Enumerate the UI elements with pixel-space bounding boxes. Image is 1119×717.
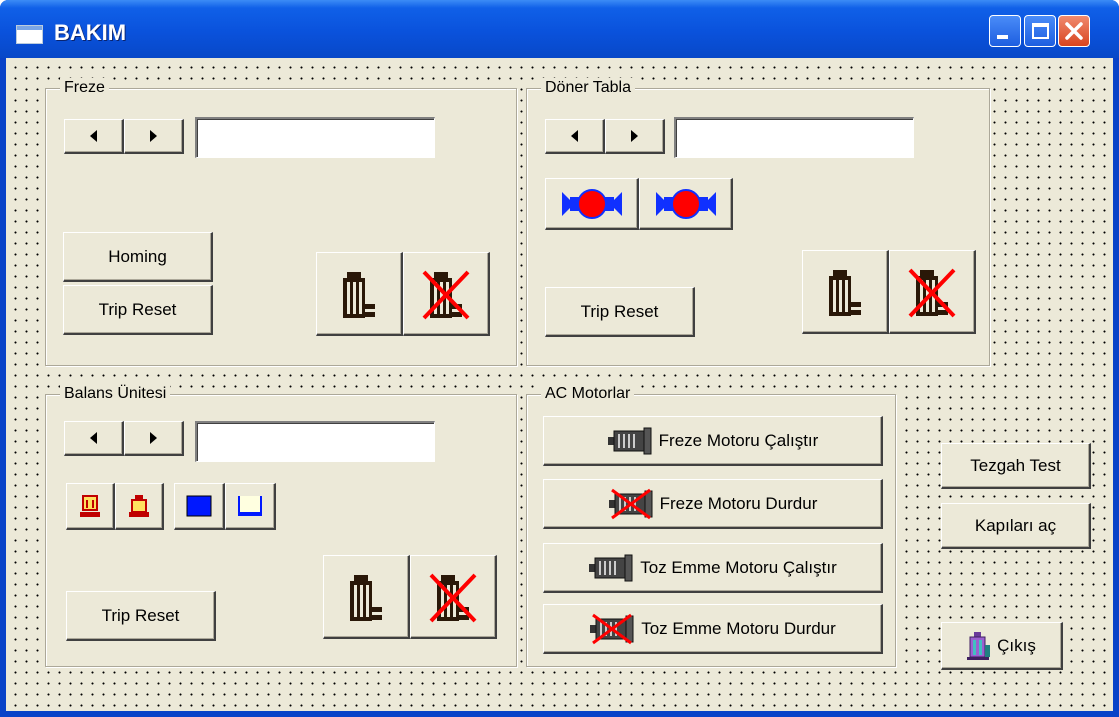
cikis-button[interactable]: Çıkış [941,622,1063,670]
close-button[interactable] [1058,15,1090,47]
toz-emme-motor-stop-button[interactable]: Toz Emme Motoru Durdur [543,604,883,654]
freze-trip-reset-button[interactable]: Trip Reset [63,285,213,335]
freze-motor-stop-label: Freze Motoru Durdur [659,493,818,513]
freze-motor-stop-button[interactable]: Freze Motoru Durdur [543,479,883,529]
doner-tabla-rotate-cw-button[interactable] [639,178,733,230]
balans-clamp-close-button[interactable] [115,483,164,530]
balans-right-button[interactable] [124,421,184,456]
cikis-label: Çıkış [997,635,1036,655]
motor-icon [607,427,652,454]
doner-tabla-motor-on-button[interactable] [802,250,889,334]
motor-stop-icon [908,268,956,317]
motor-stop-icon [422,270,470,319]
freze-motor-on-button[interactable] [316,252,403,336]
arrow-right-icon [631,130,638,142]
window-icon [16,25,43,44]
balans-motor-on-button[interactable] [323,555,410,639]
balans-clamp-open-button[interactable] [66,483,115,530]
tezgah-test-button[interactable]: Tezgah Test [941,443,1091,489]
doner-tabla-motor-off-button[interactable] [889,250,976,334]
freze-motor-start-button[interactable]: Freze Motoru Çalıştır [543,416,883,466]
motor-icon [343,271,375,318]
motor-icon [350,574,382,621]
rotate-icon [655,188,716,219]
balans-left-button[interactable] [64,421,124,456]
motor-stop-icon [590,613,634,644]
balans-fill-button[interactable] [174,483,225,530]
arrow-left-icon [90,130,97,142]
freze-motor-off-button[interactable] [403,252,490,336]
freze-motor-start-label: Freze Motoru Çalıştır [658,430,819,450]
level-empty-icon [238,496,262,516]
kapilari-ac-button[interactable]: Kapıları aç [941,503,1091,549]
minimize-button[interactable] [989,15,1021,47]
freze-right-button[interactable] [124,119,184,154]
doner-tabla-position-field[interactable] [674,117,914,158]
arrow-right-icon [150,432,157,444]
arrow-left-icon [571,130,578,142]
balans-empty-button[interactable] [225,483,276,530]
minimize-icon [997,35,1008,39]
freze-group-label: Freze [60,78,109,98]
toz-emme-motor-stop-label: Toz Emme Motoru Durdur [641,618,836,638]
doner-tabla-group-label: Döner Tabla [541,78,635,98]
client-area: Freze Homing Trip Reset Döner Tabla Trip… [6,58,1113,711]
balans-position-field[interactable] [195,421,435,462]
ac-motorlar-group-label: AC Motorlar [541,384,635,404]
doner-tabla-left-button[interactable] [545,119,605,154]
doner-tabla-rotate-ccw-button[interactable] [545,178,639,230]
maximize-icon [1032,23,1049,39]
freze-homing-button[interactable]: Homing [63,232,213,282]
motor-icon [829,269,861,316]
close-icon [1065,22,1083,40]
balans-trip-reset-button[interactable]: Trip Reset [66,591,216,641]
balans-group-label: Balans Ünitesi [60,384,171,404]
doner-tabla-trip-reset-button[interactable]: Trip Reset [545,287,695,337]
motor-stop-icon [608,488,653,519]
doner-tabla-right-button[interactable] [605,119,665,154]
toz-emme-motor-start-button[interactable]: Toz Emme Motoru Çalıştır [543,543,883,593]
motor-stop-icon [429,573,477,622]
title-bar[interactable]: BAKIM [0,0,1119,58]
arrow-left-icon [90,432,97,444]
freze-position-field[interactable] [195,117,435,158]
arrow-right-icon [150,130,157,142]
clamp-icon [129,495,149,517]
maximize-button[interactable] [1024,15,1056,47]
exit-icon [967,631,991,660]
rotate-icon [561,188,622,219]
window-title: BAKIM [54,20,127,45]
clamp-icon [80,495,100,517]
motor-icon [589,554,633,581]
app-window: BAKIM Freze Homing Trip Reset Döner Tabl… [0,0,1119,717]
freze-left-button[interactable] [64,119,124,154]
toz-emme-motor-start-label: Toz Emme Motoru Çalıştır [640,557,837,577]
balans-motor-off-button[interactable] [410,555,497,639]
level-full-icon [186,495,212,517]
